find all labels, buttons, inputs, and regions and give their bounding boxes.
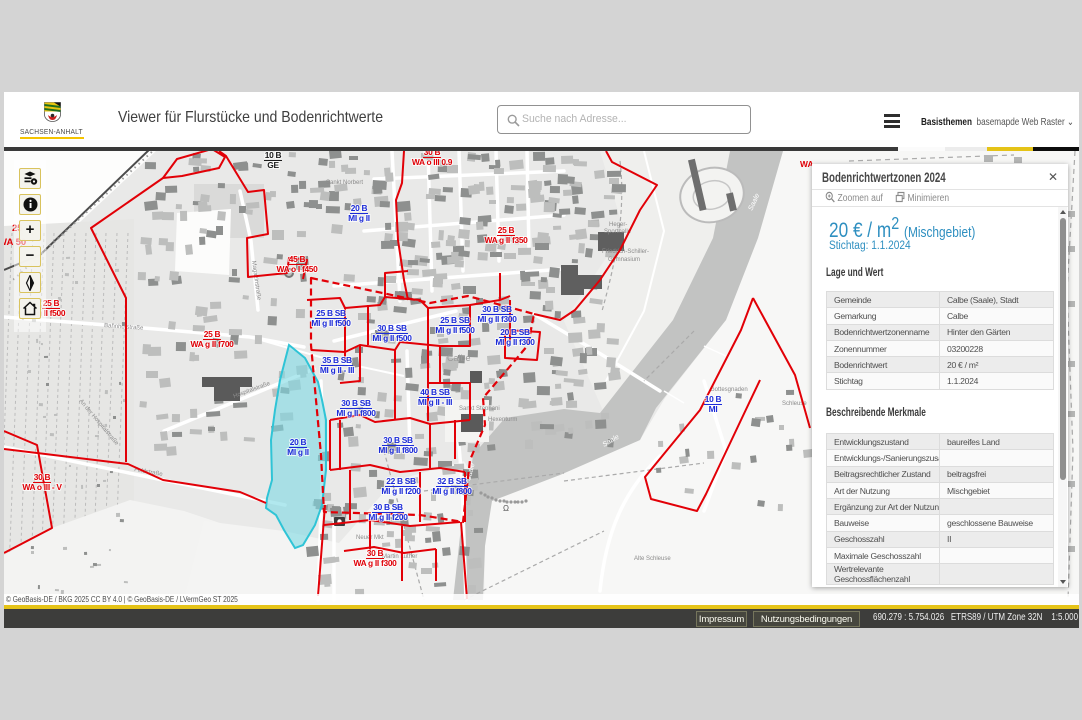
svg-text:10 B: 10 B <box>265 151 282 160</box>
svg-text:35 B SB: 35 B SB <box>322 355 352 365</box>
svg-text:Calbe: Calbe <box>447 353 471 363</box>
svg-text:20 B: 20 B <box>290 437 307 447</box>
svg-text:Hexenturm: Hexenturm <box>488 417 517 423</box>
svg-text:MI g II: MI g II <box>287 447 309 457</box>
svg-text:WA g II f350: WA g II f350 <box>484 235 528 245</box>
svg-text:MI g II: MI g II <box>348 213 370 223</box>
svg-text:30 B SB: 30 B SB <box>383 435 413 445</box>
svg-text:30 B: 30 B <box>367 548 384 558</box>
svg-text:25 B: 25 B <box>498 225 515 235</box>
svg-text:10 B: 10 B <box>705 394 722 404</box>
svg-text:30 B SB: 30 B SB <box>341 398 371 408</box>
svg-text:20 B: 20 B <box>351 203 368 213</box>
svg-text:20 B SB: 20 B SB <box>500 327 530 337</box>
svg-text:MI g II - III: MI g II - III <box>320 365 354 375</box>
svg-text:32 B SB: 32 B SB <box>437 476 467 486</box>
svg-text:MI g II f800: MI g II f800 <box>378 445 418 455</box>
svg-text:25 B: 25 B <box>204 329 221 339</box>
svg-text:Friedrich-Schiller-: Friedrich-Schiller- <box>602 249 649 255</box>
svg-text:40 B SB: 40 B SB <box>420 387 450 397</box>
svg-text:MI g II f300: MI g II f300 <box>477 314 517 324</box>
svg-text:MI g II f500: MI g II f500 <box>435 325 475 335</box>
svg-text:25 B SB: 25 B SB <box>440 315 470 325</box>
svg-text:MI g II f500: MI g II f500 <box>372 333 412 343</box>
svg-text:MI: MI <box>709 404 718 414</box>
svg-text:MI g II - III: MI g II - III <box>418 397 452 407</box>
svg-text:MI g II f200: MI g II f200 <box>381 486 421 496</box>
svg-text:22 B SB: 22 B SB <box>386 476 416 486</box>
svg-text:MI g II f200: MI g II f200 <box>368 512 408 522</box>
svg-text:30 B SB: 30 B SB <box>482 304 512 314</box>
svg-text:Alte Schleuse: Alte Schleuse <box>634 556 671 562</box>
svg-text:Sankt Stephani: Sankt Stephani <box>459 406 500 412</box>
svg-text:WA o III - V: WA o III - V <box>22 482 62 492</box>
svg-text:MI g II f800: MI g II f800 <box>336 408 376 418</box>
svg-text:WA g II f700: WA g II f700 <box>190 339 234 349</box>
svg-text:WA o I f450: WA o I f450 <box>276 264 318 274</box>
svg-text:WA g II f300: WA g II f300 <box>353 558 397 568</box>
svg-text:45 B: 45 B <box>289 254 306 264</box>
svg-text:30 B: 30 B <box>34 472 51 482</box>
svg-text:Gottesgnaden: Gottesgnaden <box>710 387 748 393</box>
svg-text:MI g II f500: MI g II f500 <box>311 318 351 328</box>
svg-text:30 B SB: 30 B SB <box>373 502 403 512</box>
svg-text:MI g II f800: MI g II f800 <box>432 486 472 496</box>
svg-text:Sankt Norbert: Sankt Norbert <box>326 180 363 186</box>
svg-text:30 B SB: 30 B SB <box>377 323 407 333</box>
svg-text:Ω: Ω <box>503 504 509 513</box>
svg-text:WA o III 0.9: WA o III 0.9 <box>412 157 453 167</box>
svg-text:GE: GE <box>267 160 279 170</box>
svg-text:Heger-: Heger- <box>609 222 627 228</box>
svg-text:MI g II f300: MI g II f300 <box>495 337 535 347</box>
svg-text:25 B SB: 25 B SB <box>316 308 346 318</box>
